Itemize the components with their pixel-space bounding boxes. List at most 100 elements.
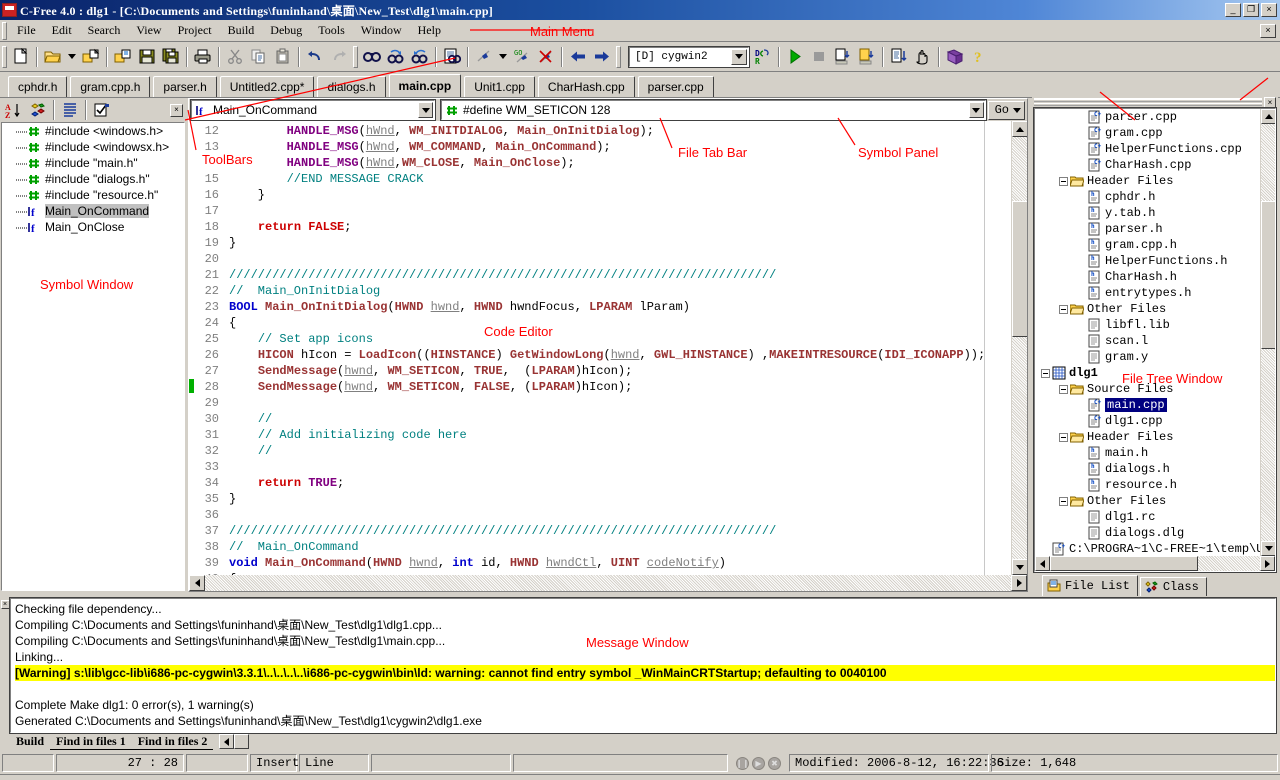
tree-node[interactable]: C+HelperFunctions.cpp xyxy=(1035,141,1260,157)
undo-icon[interactable] xyxy=(303,45,327,68)
tree-scroll-right-button[interactable] xyxy=(1260,556,1275,571)
clear-bookmarks-icon[interactable] xyxy=(534,45,558,68)
scroll-up-button[interactable] xyxy=(1012,121,1027,137)
redo-icon[interactable] xyxy=(327,45,351,68)
message-line[interactable] xyxy=(15,681,1275,697)
message-line[interactable]: Compiling C:\Documents and Settings\funi… xyxy=(15,617,1275,633)
message-tab-scroll[interactable] xyxy=(219,733,249,750)
tree-node[interactable]: Other Files xyxy=(1035,493,1260,509)
file-tree-drag-grip[interactable] xyxy=(1034,98,1262,106)
file-tab-gram-cpp-h[interactable]: gram.cpp.h xyxy=(70,76,150,97)
bookmark-toggle-icon[interactable] xyxy=(472,45,496,68)
menu-window[interactable]: Window xyxy=(353,21,410,40)
tree-node[interactable]: dlg1.rc xyxy=(1035,509,1260,525)
compiler-combo[interactable]: [D] cygwin2 xyxy=(629,47,749,67)
tab-file-list[interactable]: File List xyxy=(1042,575,1138,596)
tree-vertical-scroll-thumb[interactable] xyxy=(1261,201,1275,349)
code-line[interactable]: 26 HICON hIcon = LoadIcon((HINSTANCE) Ge… xyxy=(189,347,1011,363)
file-tab-cphdr-h[interactable]: cphdr.h xyxy=(8,76,67,97)
find-next-icon[interactable] xyxy=(384,45,408,68)
message-output-area[interactable]: Checking file dependency...Compiling C:\… xyxy=(10,598,1276,733)
compile-file-icon[interactable] xyxy=(831,45,855,68)
code-line[interactable]: 35} xyxy=(189,491,1011,507)
scroll-left-button[interactable] xyxy=(189,575,205,591)
function-selector-arrow[interactable] xyxy=(418,102,433,118)
code-line[interactable]: 37//////////////////////////////////////… xyxy=(189,523,1011,539)
function-selector-combo[interactable]: f Main_OnCommand xyxy=(191,100,435,120)
find-previous-icon[interactable] xyxy=(408,45,432,68)
tree-node[interactable]: Header Files xyxy=(1035,173,1260,189)
pause-hand-icon[interactable] xyxy=(911,45,935,68)
help-about-icon[interactable]: ? xyxy=(967,45,991,68)
symbol-list[interactable]: #include <windows.h> #include <windowsx.… xyxy=(1,122,185,591)
save-all-icon[interactable] xyxy=(159,45,183,68)
menu-build[interactable]: Build xyxy=(220,21,263,40)
tree-node[interactable]: Other Files xyxy=(1035,301,1260,317)
tree-collapse-icon[interactable] xyxy=(1059,385,1068,394)
tree-node[interactable]: C+parser.cpp xyxy=(1035,109,1260,125)
symbol-selector-arrow[interactable] xyxy=(969,102,984,118)
tree-node[interactable]: hy.tab.h xyxy=(1035,205,1260,221)
menu-edit[interactable]: Edit xyxy=(44,21,80,40)
tree-node[interactable]: C+C:\PROGRA~1\C-FREE~1\temp\Unti xyxy=(1035,541,1260,556)
tree-collapse-icon[interactable] xyxy=(1041,369,1050,378)
menu-tools[interactable]: Tools xyxy=(310,21,353,40)
tree-node[interactable]: hHelperFunctions.h xyxy=(1035,253,1260,269)
tree-node[interactable]: hgram.cpp.h xyxy=(1035,237,1260,253)
tree-horizontal-scroll-thumb[interactable] xyxy=(1050,556,1198,571)
code-line[interactable]: 25 // Set app icons xyxy=(189,331,1011,347)
code-line[interactable]: 27 SendMessage(hwnd, WM_SETICON, TRUE, (… xyxy=(189,363,1011,379)
tree-node[interactable]: hCharHash.h xyxy=(1035,269,1260,285)
symbol-item-include-dialogs-h[interactable]: #include "dialogs.h" xyxy=(2,171,184,187)
goto-bookmark-icon[interactable]: GO xyxy=(510,45,534,68)
editor-horizontal-scrollbar[interactable] xyxy=(189,575,1027,591)
code-line[interactable]: 38// Main_OnCommand xyxy=(189,539,1011,555)
code-line[interactable]: 21//////////////////////////////////////… xyxy=(189,267,1011,283)
file-tree-list[interactable]: C+parser.cppC+gram.cppC+HelperFunctions.… xyxy=(1035,109,1260,556)
tree-node[interactable]: hparser.h xyxy=(1035,221,1260,237)
code-line[interactable]: 17 xyxy=(189,203,1011,219)
tree-node[interactable]: dialogs.dlg xyxy=(1035,525,1260,541)
sort-type-icon[interactable] xyxy=(26,99,50,122)
copy-icon[interactable] xyxy=(247,45,271,68)
message-tab-scroll-left[interactable] xyxy=(219,734,234,749)
tree-node[interactable]: hcphdr.h xyxy=(1035,189,1260,205)
cut-icon[interactable] xyxy=(223,45,247,68)
toolbar-drag-grip-1[interactable] xyxy=(2,46,7,68)
restore-button[interactable]: ❐ xyxy=(1243,3,1259,17)
code-text-area[interactable]: 12 HANDLE_MSG(hWnd, WM_INITDIALOG, Main_… xyxy=(189,121,1011,575)
tree-node[interactable]: C+dlg1.cpp xyxy=(1035,413,1260,429)
code-line[interactable]: 24{ xyxy=(189,315,1011,331)
file-tab-untitled2-cpp[interactable]: Untitled2.cpp* xyxy=(220,76,315,97)
save-icon[interactable] xyxy=(135,45,159,68)
code-line[interactable]: 18 return FALSE; xyxy=(189,219,1011,235)
message-tab-find-in-files-1[interactable]: Find in files 1 xyxy=(50,733,132,750)
code-line[interactable]: 32 // xyxy=(189,443,1011,459)
code-line[interactable]: 19} xyxy=(189,235,1011,251)
file-tab-charhash-cpp[interactable]: CharHash.cpp xyxy=(538,76,635,97)
code-line[interactable]: 12 HANDLE_MSG(hWnd, WM_INITDIALOG, Main_… xyxy=(189,123,1011,139)
find-in-files-icon[interactable] xyxy=(440,45,464,68)
tree-collapse-icon[interactable] xyxy=(1059,305,1068,314)
tree-scroll-left-button[interactable] xyxy=(1035,556,1050,571)
file-tree-vertical-scrollbar[interactable] xyxy=(1260,109,1275,556)
symbol-item-include-main-h[interactable]: #include "main.h" xyxy=(2,155,184,171)
message-line[interactable]: Checking file dependency... xyxy=(15,601,1275,617)
file-tree-horizontal-scrollbar[interactable] xyxy=(1035,556,1275,571)
menu-drag-grip[interactable] xyxy=(2,22,7,40)
minimize-button[interactable]: _ xyxy=(1225,3,1241,17)
tree-node[interactable]: C+main.cpp xyxy=(1035,397,1260,413)
tree-scroll-up-button[interactable] xyxy=(1261,109,1275,124)
code-line[interactable]: 34 return TRUE; xyxy=(189,475,1011,491)
message-window-close-button[interactable]: × xyxy=(1,600,10,609)
file-tab-main-cpp[interactable]: main.cpp xyxy=(389,74,462,97)
new-file-icon[interactable] xyxy=(9,45,33,68)
symbol-window-close-button[interactable]: × xyxy=(170,104,183,117)
symbol-item-include-windows-h[interactable]: #include <windows.h> xyxy=(2,123,184,139)
menu-search[interactable]: Search xyxy=(80,21,129,40)
tree-node[interactable]: gram.y xyxy=(1035,349,1260,365)
help-book-icon[interactable] xyxy=(943,45,967,68)
tree-scroll-down-button[interactable] xyxy=(1261,541,1275,556)
message-line-warning[interactable]: [Warning] s:\lib\gcc-lib\i686-pc-cygwin\… xyxy=(15,665,1275,681)
open-project-icon[interactable] xyxy=(79,45,103,68)
